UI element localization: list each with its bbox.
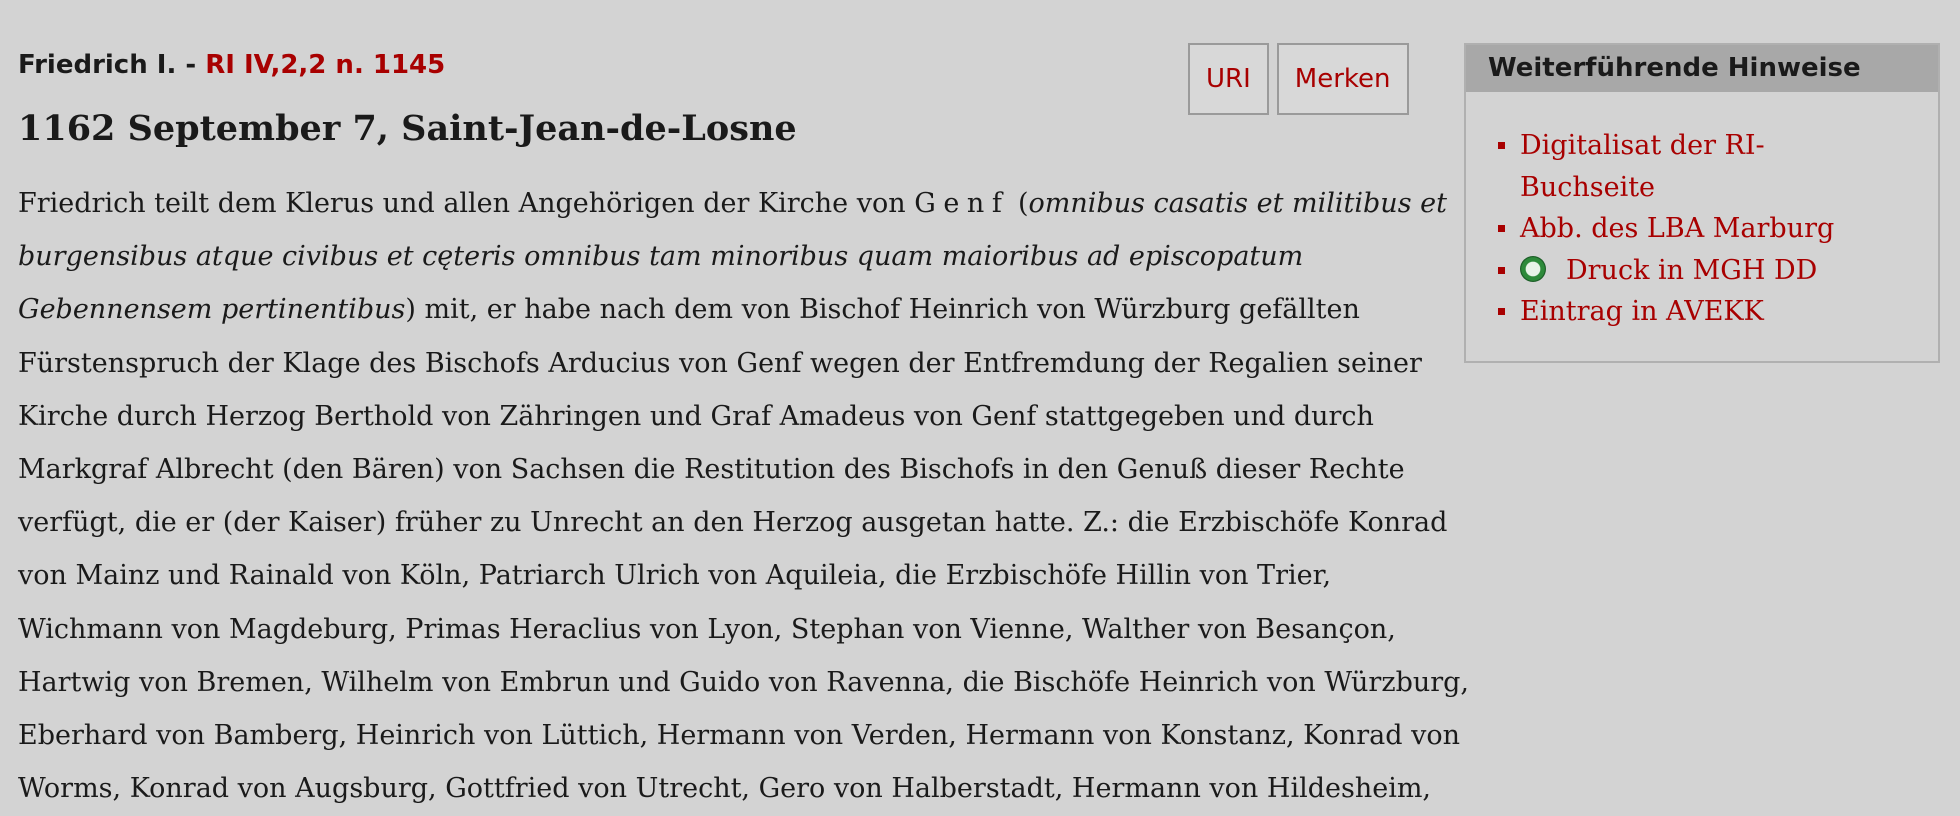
ruler-name: Friedrich I. (18, 50, 177, 80)
merken-button[interactable]: Merken (1276, 43, 1409, 115)
list-item: Druck in MGH DD (1498, 250, 1920, 292)
text-line: Eberhard von Bamberg, Heinrich von Lütti… (18, 720, 1460, 752)
uri-button[interactable]: URI (1188, 43, 1269, 115)
bullet-icon (1498, 266, 1505, 274)
text-line: verfügt, die er (der Kaiser) früher zu U… (18, 507, 1448, 539)
hint-links-list: Digitalisat der RI- Buchseite Abb. des LB… (1498, 125, 1920, 333)
action-buttons: URI Merken (1188, 43, 1409, 115)
bullet-icon (1498, 225, 1505, 232)
link-lba-marburg[interactable]: Abb. des LBA Marburg (1520, 213, 1834, 244)
date-place-title: 1162 September 7, Saint-Jean-de-Losne (18, 108, 797, 149)
text-line: Wichmann von Magdeburg, Primas Heraclius… (18, 613, 1396, 645)
list-item: Abb. des LBA Marburg (1498, 208, 1920, 250)
text-line: Fürstenspruch der Klage des Bischofs Ard… (18, 347, 1422, 379)
spaced-word: Genf (914, 188, 1010, 219)
text-line: Markgraf Albrecht (den Bären) von Sachse… (18, 454, 1405, 486)
text-line: Friedrich teilt dem Klerus und allen Ang… (18, 188, 1447, 219)
bullet-icon (1498, 142, 1505, 149)
bullet-icon (1498, 308, 1505, 315)
regest-header: Friedrich I. - RI IV,2,2 n. 1145 (18, 50, 445, 80)
list-item: Eintrag in AVEKK (1498, 291, 1920, 333)
regest-reference: RI IV,2,2 n. 1145 (205, 50, 446, 80)
panel-title: Weiterführende Hinweise (1466, 45, 1938, 92)
header-separator: - (176, 50, 206, 80)
link-mgh-dd[interactable]: Druck in MGH DD (1566, 255, 1817, 286)
mgh-circle-icon (1520, 255, 1546, 282)
link-digitalisat[interactable]: Digitalisat der RI- Buchseite (1520, 130, 1765, 203)
further-hints-panel: Weiterführende Hinweise Digitalisat der … (1464, 43, 1940, 363)
list-item: Digitalisat der RI- Buchseite (1498, 125, 1920, 208)
text-line: Gebennensem pertinentibus) mit, er habe … (18, 294, 1360, 326)
text-line: Worms, Konrad von Augsburg, Gottfried vo… (18, 773, 1432, 805)
text-line: burgensibus atque civibus et cęteris omn… (18, 241, 1304, 273)
text-line: Hartwig von Bremen, Wilhelm von Embrun u… (18, 666, 1470, 698)
text-line: von Mainz und Rainald von Köln, Patriarc… (18, 560, 1332, 592)
link-avekk[interactable]: Eintrag in AVEKK (1520, 296, 1764, 327)
text-line: Kirche durch Herzog Berthold von Zähring… (18, 400, 1374, 432)
regest-text: Friedrich teilt dem Klerus und allen Ang… (18, 177, 1470, 815)
